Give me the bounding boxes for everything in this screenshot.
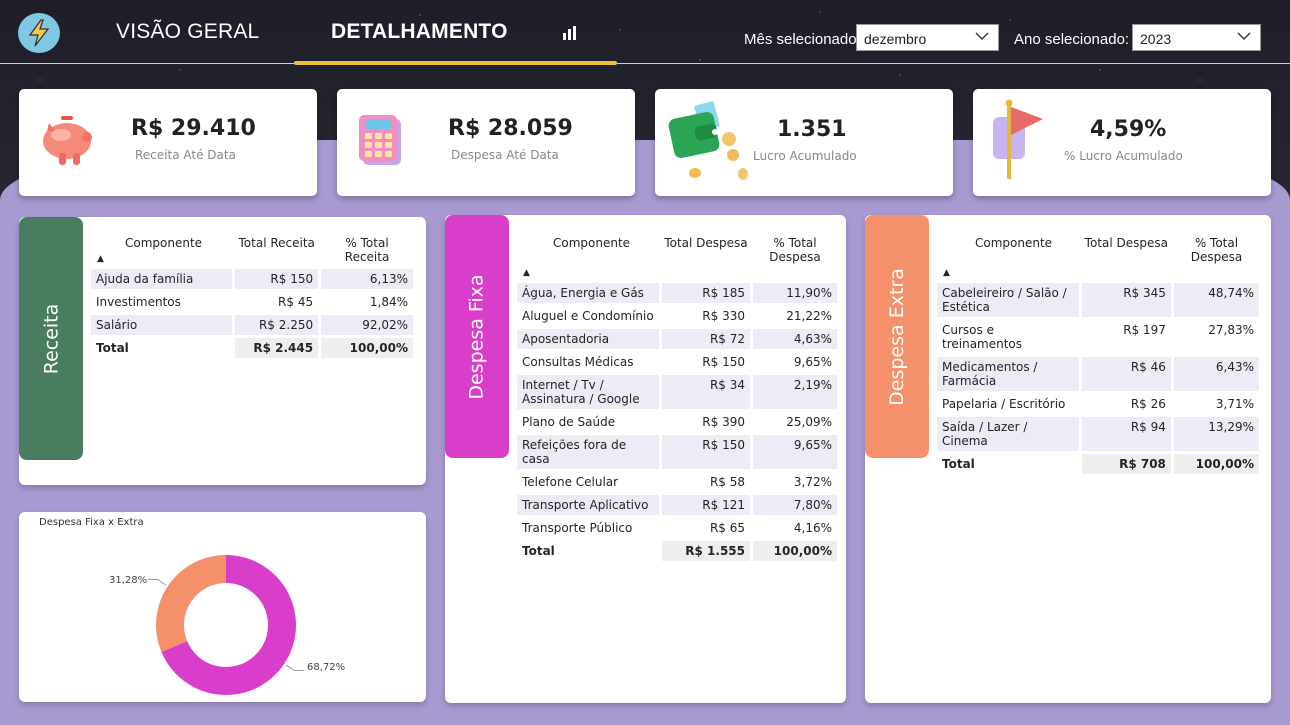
total-row: Total R$ 1.555 100,00%: [517, 541, 837, 561]
table-row[interactable]: Saída / Lazer / Cinema R$ 94 13,29%: [937, 417, 1259, 451]
donut-chart-panel: Despesa Fixa x Extra 31,28% 68,72%: [19, 512, 426, 702]
kpi-card-despesa: R$ 28.059 Despesa Até Data: [337, 89, 635, 196]
despesa-fixa-tab: Despesa Fixa: [445, 215, 509, 458]
ano-select-value: 2023: [1140, 31, 1172, 47]
piggy-bank-icon: [37, 111, 95, 175]
chevron-down-icon: [975, 32, 989, 40]
column-header[interactable]: % Total Receita: [321, 236, 413, 266]
despesa-extra-table: Componente ▲ Total Despesa % Total Despe…: [934, 233, 1262, 477]
ano-label: Ano selecionado:: [1014, 31, 1130, 48]
calculator-icon: [357, 111, 405, 171]
kpi-card-pct-lucro: 4,59% % Lucro Acumulado: [973, 89, 1271, 196]
column-header[interactable]: % Total Despesa: [753, 236, 837, 280]
table-row[interactable]: Transporte Aplicativo R$ 121 7,80%: [517, 495, 837, 515]
kpi-value-lucro: 1.351: [777, 117, 847, 142]
table-row[interactable]: Transporte Público R$ 65 4,16%: [517, 518, 837, 538]
column-header[interactable]: Total Receita: [235, 236, 318, 266]
kpi-card-receita: R$ 29.410 Receita Até Data: [19, 89, 317, 196]
kpi-label-lucro: Lucro Acumulado: [753, 149, 857, 163]
table-row[interactable]: Medicamentos / Farmácia R$ 46 6,43%: [937, 357, 1259, 391]
table-row[interactable]: Salário R$ 2.250 92,02%: [91, 315, 413, 335]
mes-label: Mês selecionado:: [744, 31, 861, 48]
table-row[interactable]: Telefone Celular R$ 58 3,72%: [517, 472, 837, 492]
column-header[interactable]: Componente ▲: [91, 236, 232, 266]
leader-line: [147, 579, 167, 586]
despesa-extra-tab-label: Despesa Extra: [886, 267, 908, 406]
leader-line: [285, 664, 305, 671]
table-row[interactable]: Aposentadoria R$ 72 4,63%: [517, 329, 837, 349]
kpi-label-pct-lucro: % Lucro Acumulado: [1064, 149, 1183, 163]
kpi-label-receita: Receita Até Data: [135, 148, 236, 162]
table-row[interactable]: Refeições fora de casa R$ 150 9,65%: [517, 435, 837, 469]
nav-detalhamento[interactable]: DETALHAMENTO: [331, 20, 508, 44]
sort-up-icon[interactable]: ▲: [93, 254, 104, 264]
kpi-card-lucro: 1.351 Lucro Acumulado: [655, 89, 953, 196]
table-row[interactable]: Investimentos R$ 45 1,84%: [91, 292, 413, 312]
sort-up-icon[interactable]: ▲: [519, 268, 530, 278]
active-tab-underline: [294, 61, 617, 65]
column-header[interactable]: Total Despesa: [1082, 236, 1171, 280]
despesa-fixa-table: Componente ▲ Total Despesa % Total Despe…: [514, 233, 840, 564]
total-row: Total R$ 2.445 100,00%: [91, 338, 413, 358]
kpi-value-receita: R$ 29.410: [131, 116, 256, 141]
receita-table: Componente ▲ Total Receita % Total Recei…: [88, 233, 416, 361]
flag-icon: [991, 99, 1047, 189]
column-header[interactable]: % Total Despesa: [1174, 236, 1259, 280]
column-header[interactable]: Componente ▲: [937, 236, 1079, 280]
slice-label-extra: 31,28%: [109, 575, 148, 586]
receita-tab-label: Receita: [40, 303, 63, 374]
kpi-value-despesa: R$ 28.059: [448, 116, 573, 141]
table-row[interactable]: Consultas Médicas R$ 150 9,65%: [517, 352, 837, 372]
column-header[interactable]: Total Despesa: [662, 236, 750, 280]
mes-select-value: dezembro: [864, 31, 927, 47]
nav-visao-geral[interactable]: VISÃO GERAL: [116, 20, 259, 44]
total-row: Total R$ 708 100,00%: [937, 454, 1259, 474]
header: VISÃO GERAL DETALHAMENTO Mês selecionado…: [0, 0, 1290, 66]
kpi-value-pct-lucro: 4,59%: [1090, 117, 1167, 142]
kpi-label-despesa: Despesa Até Data: [451, 148, 559, 162]
donut-chart: [147, 555, 305, 695]
table-row[interactable]: Cursos e treinamentos R$ 197 27,83%: [937, 320, 1259, 354]
table-row[interactable]: Plano de Saúde R$ 390 25,09%: [517, 412, 837, 432]
table-row[interactable]: Cabeleireiro / Salão / Estética R$ 345 48,…: [937, 283, 1259, 317]
receita-tab: Receita: [19, 217, 83, 460]
table-row[interactable]: Internet / Tv / Assinatura / Google R$ 34…: [517, 375, 837, 409]
sort-up-icon[interactable]: ▲: [939, 268, 950, 278]
bar-chart-icon[interactable]: [562, 25, 578, 41]
ano-select[interactable]: 2023: [1132, 24, 1261, 51]
table-row[interactable]: Água, Energia e Gás R$ 185 11,90%: [517, 283, 837, 303]
column-header[interactable]: Componente ▲: [517, 236, 659, 280]
despesa-fixa-tab-label: Despesa Fixa: [466, 273, 489, 400]
slice-label-fixa: 68,72%: [307, 662, 346, 673]
table-row[interactable]: Ajuda da família R$ 150 6,13%: [91, 269, 413, 289]
header-divider: [0, 63, 1290, 64]
table-row[interactable]: Aluguel e Condomínio R$ 330 21,22%: [517, 306, 837, 326]
chevron-down-icon: [1237, 32, 1251, 40]
mes-select[interactable]: dezembro: [856, 24, 999, 51]
wallet-icon: [667, 97, 751, 189]
logo-lightning-icon: [18, 13, 60, 53]
table-row[interactable]: Papelaria / Escritório R$ 26 3,71%: [937, 394, 1259, 414]
despesa-extra-tab: Despesa Extra: [865, 215, 929, 458]
donut-slice-extra[interactable]: [155, 555, 226, 652]
